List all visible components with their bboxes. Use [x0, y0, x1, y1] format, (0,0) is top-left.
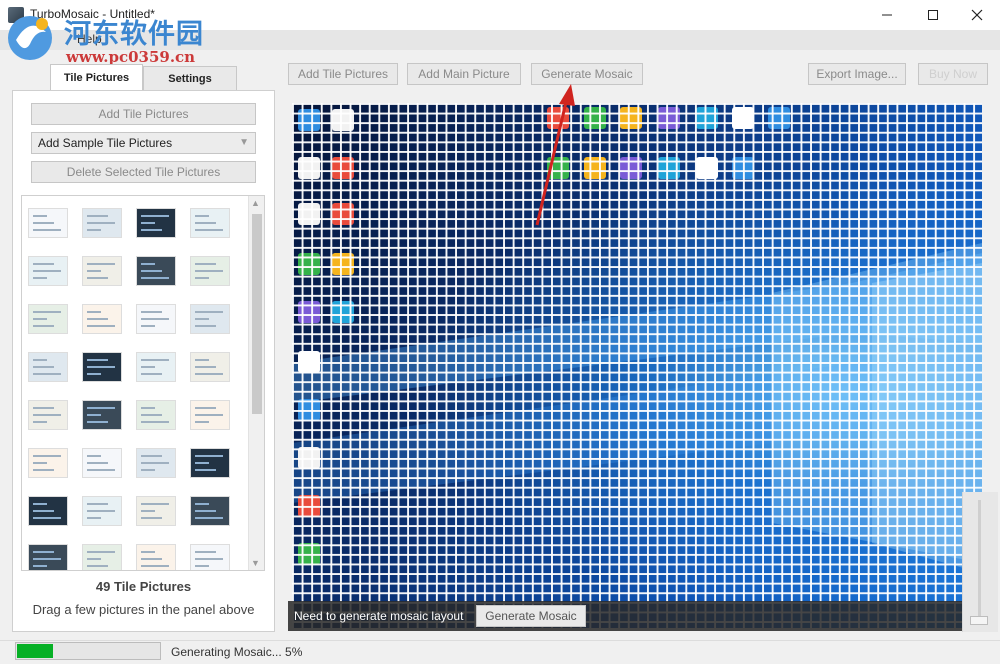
delete-selected-tile-pictures-button[interactable]: Delete Selected Tile Pictures: [31, 161, 256, 183]
tile-thumbnail[interactable]: [82, 544, 122, 570]
buy-now-button[interactable]: Buy Now: [918, 63, 988, 85]
tile-thumbnail[interactable]: [136, 208, 176, 238]
drag-hint-label: Drag a few pictures in the panel above: [32, 602, 255, 617]
zoom-slider-handle[interactable]: [970, 616, 988, 625]
generate-mosaic-inline-button[interactable]: Generate Mosaic: [476, 605, 586, 627]
scroll-up-icon[interactable]: ▲: [251, 198, 260, 208]
tile-thumbnail[interactable]: [136, 448, 176, 478]
tile-thumbnail[interactable]: [190, 400, 230, 430]
tab-settings[interactable]: Settings: [143, 66, 237, 90]
add-tile-pictures-toolbar-button[interactable]: Add Tile Pictures: [288, 63, 398, 85]
close-icon: [971, 9, 983, 21]
tile-thumbnail[interactable]: [82, 352, 122, 382]
tile-thumbnail[interactable]: [136, 544, 176, 570]
tile-thumbnail[interactable]: [28, 544, 68, 570]
tile-thumbnail[interactable]: [28, 208, 68, 238]
tile-thumbnail[interactable]: [136, 352, 176, 382]
add-main-picture-button[interactable]: Add Main Picture: [407, 63, 521, 85]
tile-thumbnail[interactable]: [28, 400, 68, 430]
tile-thumbnail[interactable]: [82, 304, 122, 334]
add-tile-pictures-button[interactable]: Add Tile Pictures: [31, 103, 256, 125]
tile-thumbnail[interactable]: [190, 496, 230, 526]
tile-thumbnail[interactable]: [28, 304, 68, 334]
minimize-button[interactable]: [864, 0, 910, 30]
watermark-name: 河东软件园: [64, 19, 204, 50]
chevron-down-icon: ▼: [239, 137, 249, 148]
tile-count-label: 49 Tile Pictures: [95, 579, 192, 594]
watermark-logo: [8, 16, 52, 60]
status-text: Generating Mosaic... 5%: [171, 645, 303, 659]
scrollbar-thumb[interactable]: [252, 214, 262, 414]
progress-bar-fill: [17, 644, 53, 658]
tile-thumbnail[interactable]: [28, 352, 68, 382]
tile-thumbnail[interactable]: [82, 208, 122, 238]
tab-tile-pictures[interactable]: Tile Pictures: [50, 64, 143, 91]
tile-thumbnail[interactable]: [136, 400, 176, 430]
scroll-down-icon[interactable]: ▼: [251, 558, 260, 568]
tile-thumbnail[interactable]: [28, 256, 68, 286]
export-image-button[interactable]: Export Image...: [808, 63, 906, 85]
thumbnail-scrollbar[interactable]: ▲ ▼: [248, 196, 264, 570]
tile-thumbnail[interactable]: [136, 496, 176, 526]
tile-thumbnail[interactable]: [28, 496, 68, 526]
maximize-icon: [928, 10, 938, 20]
tile-thumbnail[interactable]: [136, 256, 176, 286]
dropdown-label: Add Sample Tile Pictures: [38, 136, 173, 150]
add-sample-tile-pictures-dropdown[interactable]: Add Sample Tile Pictures ▼: [31, 132, 256, 154]
annotation-arrow-icon: [535, 84, 575, 226]
mosaic-canvas[interactable]: [292, 103, 982, 628]
zoom-slider-track[interactable]: [978, 500, 981, 625]
tile-thumbnail[interactable]: [190, 256, 230, 286]
tile-thumbnail[interactable]: [190, 352, 230, 382]
tile-thumbnail[interactable]: [190, 544, 230, 570]
tile-thumbnail[interactable]: [82, 496, 122, 526]
tile-thumbnail[interactable]: [82, 256, 122, 286]
tile-thumbnail[interactable]: [190, 208, 230, 238]
tile-thumbnail[interactable]: [82, 448, 122, 478]
canvas-message: Need to generate mosaic layout: [294, 609, 464, 623]
mosaic-grid-overlay: [292, 103, 982, 628]
minimize-icon: [882, 14, 892, 16]
close-button[interactable]: [954, 0, 1000, 30]
maximize-button[interactable]: [910, 0, 956, 30]
tile-thumbnail[interactable]: [28, 448, 68, 478]
tile-thumbnail[interactable]: [82, 400, 122, 430]
tile-thumbnail[interactable]: [190, 448, 230, 478]
tile-thumbnail-list[interactable]: ▲ ▼: [21, 195, 265, 571]
progress-bar: [15, 642, 161, 660]
tile-thumbnail[interactable]: [136, 304, 176, 334]
tile-thumbnail[interactable]: [190, 304, 230, 334]
